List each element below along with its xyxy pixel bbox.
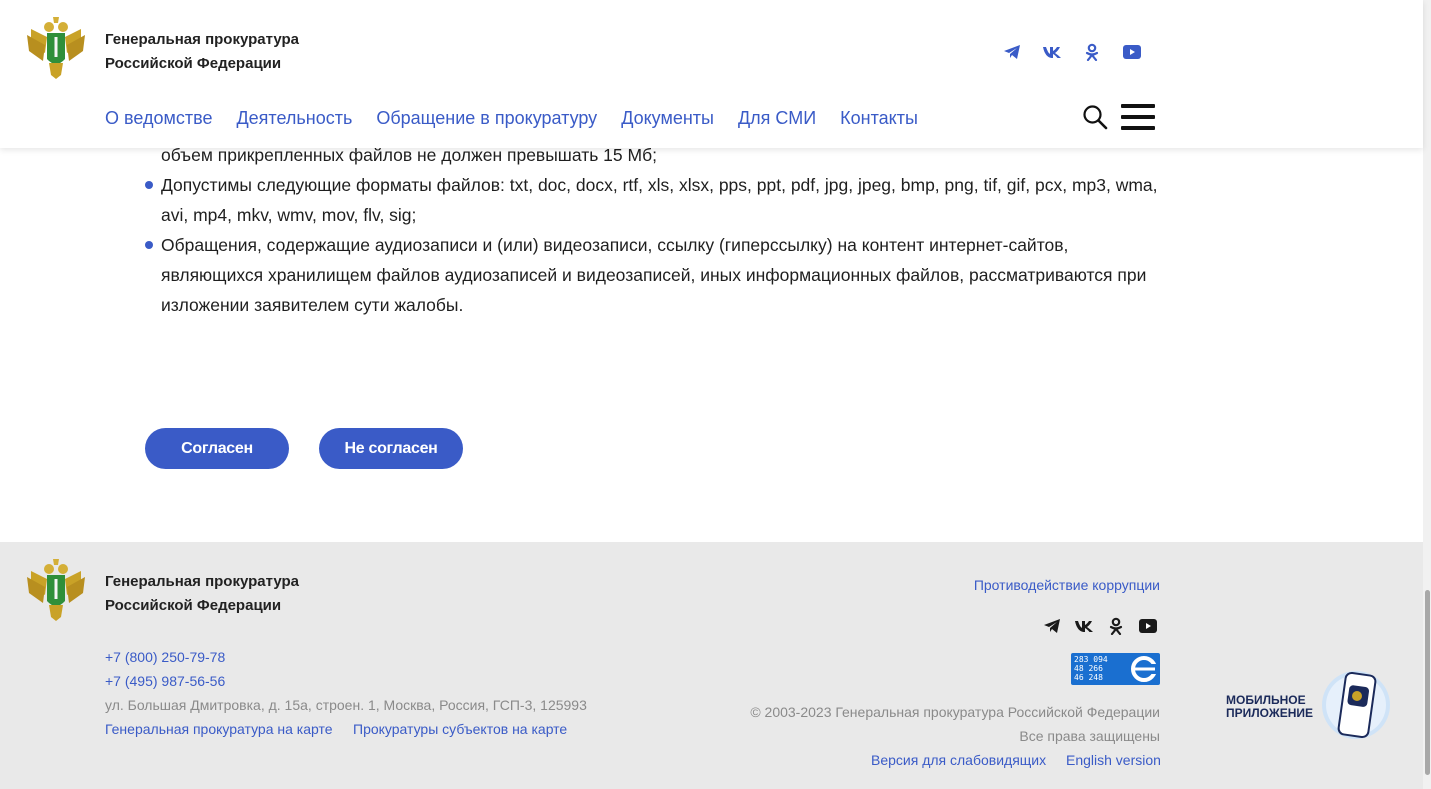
rules-bullet-formats: Допустимы следующие форматы файлов: txt,… <box>145 170 1165 230</box>
search-icon[interactable] <box>1082 104 1108 130</box>
phone-main-link[interactable]: +7 (495) 987-56-56 <box>105 671 225 691</box>
footer-telegram-icon[interactable] <box>1042 616 1062 636</box>
footer-emblem-logo[interactable] <box>25 557 87 625</box>
rules-bullet-media: Обращения, содержащие аудиозаписи и (или… <box>145 230 1165 320</box>
counter-value-2: 48 266 <box>1074 664 1103 673</box>
map-link[interactable]: Генеральная прокуратура на карте <box>105 719 333 739</box>
org-name[interactable]: Генеральная прокуратура Российской Федер… <box>105 28 299 76</box>
mobile-app-label: МОБИЛЬНОЕ ПРИЛОЖЕНИЕ <box>1226 694 1313 720</box>
emblem-logo[interactable] <box>25 15 87 83</box>
menu-icon[interactable] <box>1121 104 1155 130</box>
youtube-icon[interactable] <box>1122 42 1142 62</box>
counter-value-3: 46 248 <box>1074 673 1103 682</box>
org-name-line1: Генеральная прокуратура <box>105 31 299 48</box>
footer-org-line1: Генеральная прокуратура <box>105 573 299 590</box>
footer-vk-icon[interactable] <box>1074 616 1094 636</box>
phone-hotline-link[interactable]: +7 (800) 250-79-78 <box>105 647 225 667</box>
footer-org-name[interactable]: Генеральная прокуратура Российской Федер… <box>105 570 299 618</box>
disagree-button[interactable]: Не согласен <box>319 428 463 469</box>
rights-text: Все права защищены <box>1019 728 1160 744</box>
nav-contacts[interactable]: Контакты <box>840 106 918 130</box>
odnoklassniki-icon[interactable] <box>1082 42 1102 62</box>
vk-icon[interactable] <box>1042 42 1062 62</box>
anticorruption-link[interactable]: Противодействие коррупции <box>974 575 1160 595</box>
address-text: ул. Большая Дмитровка, д. 15а, строен. 1… <box>105 697 587 713</box>
scrollbar-thumb[interactable] <box>1425 590 1430 775</box>
nav-documents[interactable]: Документы <box>621 106 714 130</box>
site-footer: Генеральная прокуратура Российской Федер… <box>0 542 1423 789</box>
site-header: Генеральная прокуратура Российской Федер… <box>0 0 1423 148</box>
main-nav: О ведомстве Деятельность Обращение в про… <box>105 106 942 130</box>
nav-media[interactable]: Для СМИ <box>738 106 816 130</box>
nav-activity[interactable]: Деятельность <box>236 106 352 130</box>
visit-counter-values: 283 094 48 266 46 248 <box>1074 655 1108 682</box>
telegram-icon[interactable] <box>1002 42 1022 62</box>
subjects-map-link[interactable]: Прокуратуры субъектов на карте <box>353 719 567 739</box>
footer-odnoklassniki-icon[interactable] <box>1106 616 1126 636</box>
footer-org-line2: Российской Федерации <box>105 597 282 614</box>
mobile-app-phone-icon <box>1322 671 1390 739</box>
mobile-app-line2: ПРИЛОЖЕНИЕ <box>1226 706 1313 720</box>
english-version-link[interactable]: English version <box>1066 750 1161 770</box>
footer-youtube-icon[interactable] <box>1138 616 1158 636</box>
org-name-line2: Российской Федерации <box>105 55 282 72</box>
header-social-links <box>1002 42 1142 62</box>
copyright-text: © 2003-2023 Генеральная прокуратура Росс… <box>750 704 1160 720</box>
footer-social-links <box>1042 616 1158 636</box>
visit-counter[interactable]: 283 094 48 266 46 248 <box>1071 653 1160 685</box>
agree-button[interactable]: Согласен <box>145 428 289 469</box>
counter-value-1: 283 094 <box>1074 655 1108 664</box>
counter-logo-icon <box>1131 656 1158 682</box>
nav-about[interactable]: О ведомстве <box>105 106 212 130</box>
rules-content: объем прикрепленных файлов не должен пре… <box>145 140 1165 320</box>
mobile-app-promo[interactable]: МОБИЛЬНОЕ ПРИЛОЖЕНИЕ <box>1226 668 1396 748</box>
nav-appeal[interactable]: Обращение в прокуратуру <box>376 106 597 130</box>
accessible-version-link[interactable]: Версия для слабовидящих <box>871 750 1046 770</box>
